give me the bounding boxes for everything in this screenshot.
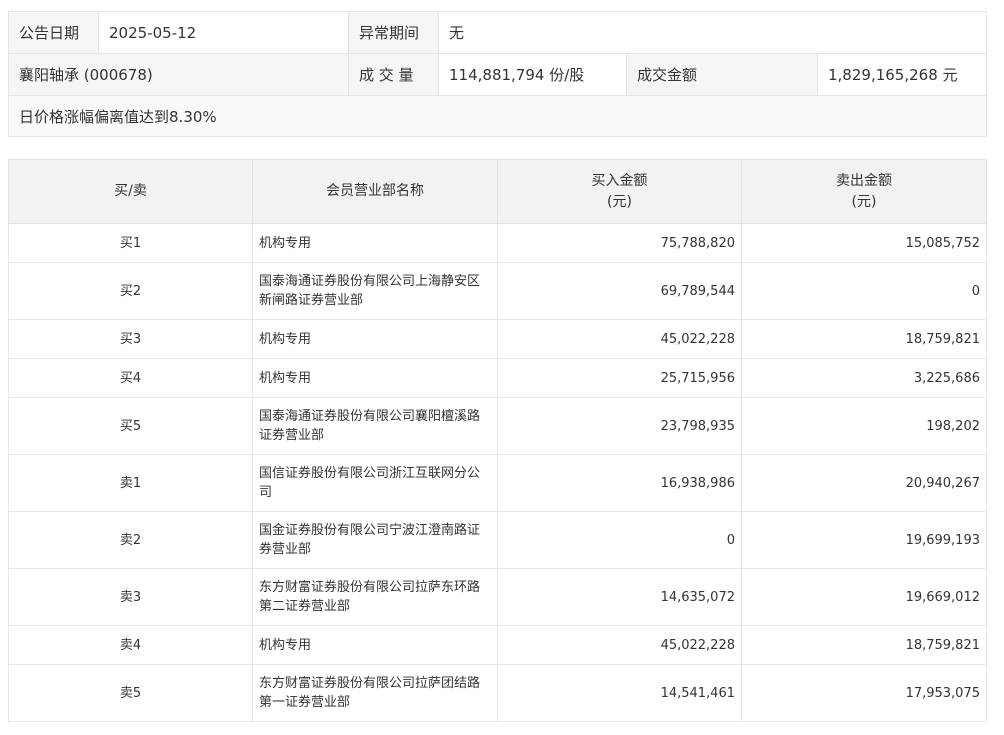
trading-detail-table: 买/卖 会员营业部名称 买入金额 (元) 卖出金额 (元) 买1 机构专用 75…	[8, 159, 987, 722]
table-row: 买5 国泰海通证券股份有限公司襄阳檀溪路证券营业部 23,798,935 198…	[8, 397, 987, 455]
row-sell: 3,225,686	[741, 358, 987, 398]
table-row: 买1 机构专用 75,788,820 15,085,752	[8, 223, 987, 263]
stock-info-table: 公告日期 2025-05-12 异常期间 无 襄阳轴承 (000678) 成 交…	[8, 11, 987, 137]
column-header-dept: 会员营业部名称	[252, 159, 498, 224]
announce-date-value: 2025-05-12	[98, 11, 349, 54]
row-sell: 0	[741, 262, 987, 320]
column-header-sell-label: 卖出金额	[836, 172, 892, 189]
row-sell: 17,953,075	[741, 664, 987, 722]
row-buy: 14,541,461	[497, 664, 742, 722]
row-buy: 25,715,956	[497, 358, 742, 398]
row-sell: 18,759,821	[741, 625, 987, 665]
row-dept: 东方财富证券股份有限公司拉萨东环路第二证券营业部	[252, 568, 498, 626]
row-type: 卖1	[8, 454, 253, 512]
column-header-buy-label: 买入金额	[591, 172, 648, 189]
abnormal-period-value: 无	[438, 11, 987, 54]
row-type: 卖4	[8, 625, 253, 665]
table-row: 卖1 国信证券股份有限公司浙江互联网分公司 16,938,986 20,940,…	[8, 454, 987, 512]
row-buy: 45,022,228	[497, 319, 742, 359]
row-dept: 机构专用	[252, 358, 498, 398]
row-dept: 国泰海通证券股份有限公司上海静安区新闸路证券营业部	[252, 262, 498, 320]
row-dept: 机构专用	[252, 223, 498, 263]
row-dept: 国金证券股份有限公司宁波江澄南路证券营业部	[252, 511, 498, 569]
row-buy: 69,789,544	[497, 262, 742, 320]
row-type: 买3	[8, 319, 253, 359]
volume-label: 成 交 量	[348, 53, 439, 96]
row-buy: 0	[497, 511, 742, 569]
row-dept: 国信证券股份有限公司浙江互联网分公司	[252, 454, 498, 512]
table-row: 买4 机构专用 25,715,956 3,225,686	[8, 358, 987, 398]
column-header-sell: 卖出金额 (元)	[741, 159, 987, 224]
table-row: 卖3 东方财富证券股份有限公司拉萨东环路第二证券营业部 14,635,072 1…	[8, 568, 987, 626]
announce-date-label: 公告日期	[8, 11, 99, 54]
info-row-volume: 襄阳轴承 (000678) 成 交 量 114,881,794 份/股 成交金额…	[8, 53, 987, 96]
row-sell: 198,202	[741, 397, 987, 455]
row-dept: 东方财富证券股份有限公司拉萨团结路第一证券营业部	[252, 664, 498, 722]
row-type: 卖5	[8, 664, 253, 722]
row-sell: 20,940,267	[741, 454, 987, 512]
column-header-type: 买/卖	[8, 159, 253, 224]
row-type: 买4	[8, 358, 253, 398]
listing-reason: 日价格涨幅偏离值达到8.30%	[8, 95, 987, 137]
table-row: 卖4 机构专用 45,022,228 18,759,821	[8, 625, 987, 665]
stock-name-code: 襄阳轴承 (000678)	[8, 53, 349, 96]
amount-label: 成交金额	[626, 53, 818, 96]
info-row-reason: 日价格涨幅偏离值达到8.30%	[8, 95, 987, 137]
row-sell: 15,085,752	[741, 223, 987, 263]
row-type: 卖3	[8, 568, 253, 626]
row-sell: 19,699,193	[741, 511, 987, 569]
row-buy: 75,788,820	[497, 223, 742, 263]
row-dept: 机构专用	[252, 319, 498, 359]
row-type: 买1	[8, 223, 253, 263]
row-buy: 16,938,986	[497, 454, 742, 512]
row-dept: 国泰海通证券股份有限公司襄阳檀溪路证券营业部	[252, 397, 498, 455]
row-buy: 14,635,072	[497, 568, 742, 626]
column-header-sell-unit: (元)	[851, 193, 877, 210]
row-sell: 19,669,012	[741, 568, 987, 626]
abnormal-period-label: 异常期间	[348, 11, 439, 54]
row-type: 买2	[8, 262, 253, 320]
table-row: 买2 国泰海通证券股份有限公司上海静安区新闸路证券营业部 69,789,544 …	[8, 262, 987, 320]
row-sell: 18,759,821	[741, 319, 987, 359]
table-row: 买3 机构专用 45,022,228 18,759,821	[8, 319, 987, 359]
row-buy: 23,798,935	[497, 397, 742, 455]
row-dept: 机构专用	[252, 625, 498, 665]
row-type: 买5	[8, 397, 253, 455]
row-buy: 45,022,228	[497, 625, 742, 665]
table-row: 卖5 东方财富证券股份有限公司拉萨团结路第一证券营业部 14,541,461 1…	[8, 664, 987, 722]
amount-value: 1,829,165,268 元	[817, 53, 987, 96]
table-row: 卖2 国金证券股份有限公司宁波江澄南路证券营业部 0 19,699,193	[8, 511, 987, 569]
column-header-buy-unit: (元)	[607, 193, 632, 210]
table-header-row: 买/卖 会员营业部名称 买入金额 (元) 卖出金额 (元)	[8, 159, 987, 224]
info-row-date: 公告日期 2025-05-12 异常期间 无	[8, 11, 987, 54]
volume-value: 114,881,794 份/股	[438, 53, 627, 96]
row-type: 卖2	[8, 511, 253, 569]
column-header-buy: 买入金额 (元)	[497, 159, 742, 224]
